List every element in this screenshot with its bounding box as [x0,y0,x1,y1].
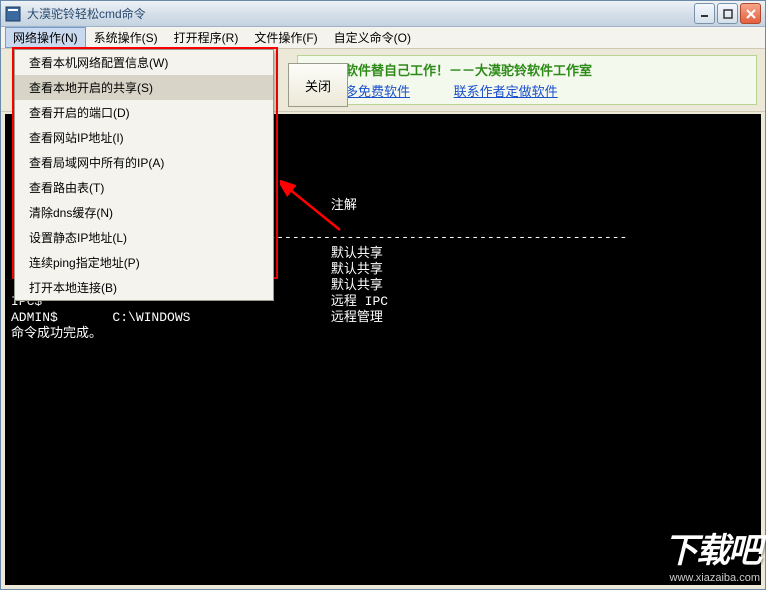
dd-item-staticip[interactable]: 设置静态IP地址(L) [15,225,273,250]
promo-title: 智者用软件替自己工作！－－大漠驼铃软件工作室 [306,60,748,79]
network-dropdown: 查看本机网络配置信息(W) 查看本地开启的共享(S) 查看开启的端口(D) 查看… [14,49,274,301]
dd-item-ping[interactable]: 连续ping指定地址(P) [15,250,273,275]
menu-system[interactable]: 系统操作(S) [86,27,166,48]
app-icon [5,6,21,22]
close-button[interactable] [740,3,761,24]
menu-custom[interactable]: 自定义命令(O) [326,27,419,48]
close-output-button[interactable]: 关闭 [288,63,348,107]
minimize-button[interactable] [694,3,715,24]
titlebar-text: 大漠驼铃轻松cmd命令 [27,5,694,22]
window-controls [694,3,761,24]
menubar: 网络操作(N) 系统操作(S) 打开程序(R) 文件操作(F) 自定义命令(O) [1,27,765,49]
promo-box: 智者用软件替自己工作！－－大漠驼铃软件工作室 下载更多免费软件 联系作者定做软件 [297,55,757,105]
dd-item-localshare[interactable]: 查看本地开启的共享(S) [15,75,273,100]
dd-item-siteip[interactable]: 查看网站IP地址(I) [15,125,273,150]
menu-network[interactable]: 网络操作(N) [5,27,86,48]
maximize-button[interactable] [717,3,738,24]
promo-link-contact[interactable]: 联系作者定做软件 [454,84,558,99]
menu-openprogram[interactable]: 打开程序(R) [166,27,247,48]
dd-item-localconn[interactable]: 打开本地连接(B) [15,275,273,300]
dd-item-routetable[interactable]: 查看路由表(T) [15,175,273,200]
dd-item-lanips[interactable]: 查看局域网中所有的IP(A) [15,150,273,175]
dd-item-flushdns[interactable]: 清除dns缓存(N) [15,200,273,225]
dd-item-netconfig[interactable]: 查看本机网络配置信息(W) [15,50,273,75]
dd-item-openports[interactable]: 查看开启的端口(D) [15,100,273,125]
titlebar[interactable]: 大漠驼铃轻松cmd命令 [1,1,765,27]
menu-file[interactable]: 文件操作(F) [246,27,325,48]
